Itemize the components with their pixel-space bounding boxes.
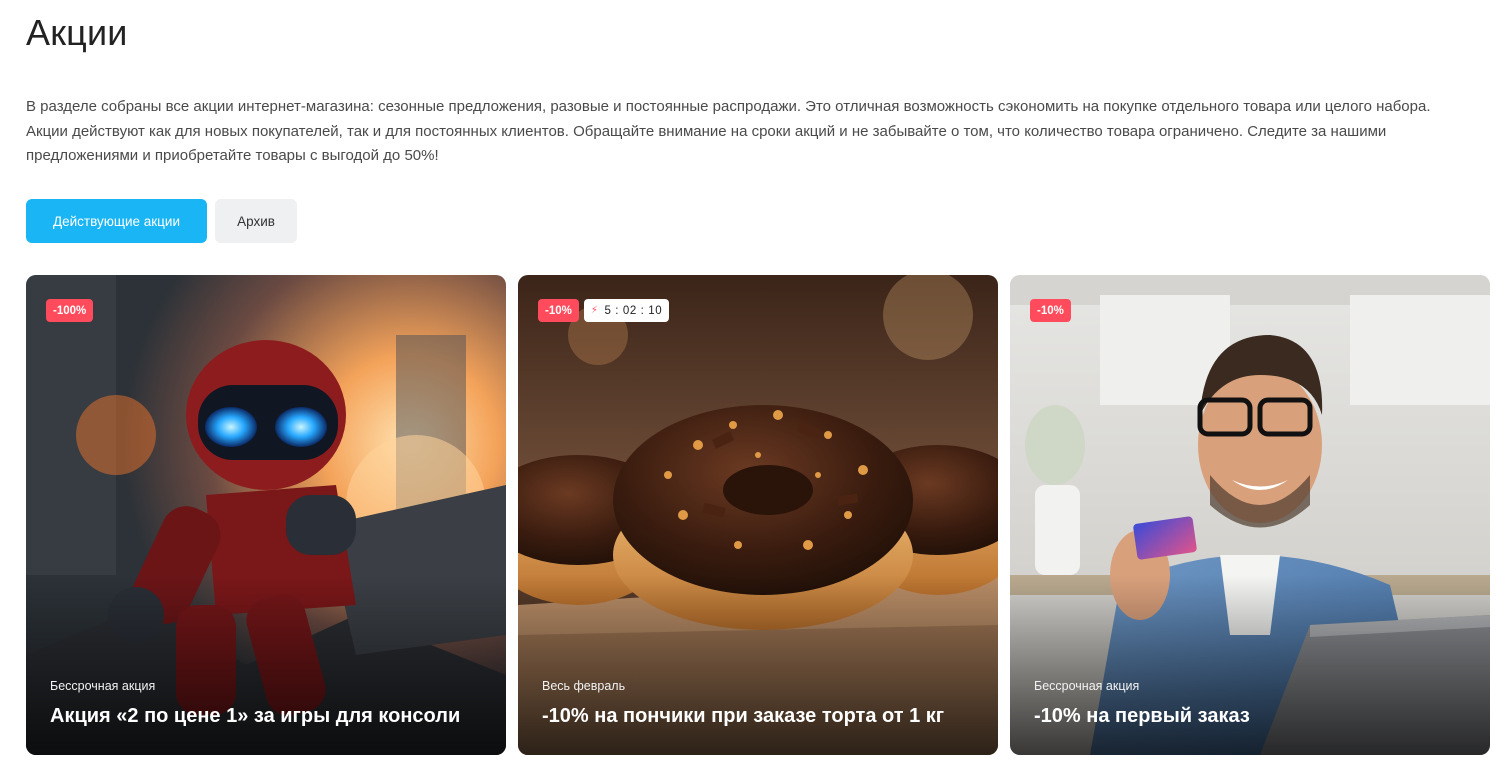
tab-active-promotions[interactable]: Действующие акции [26, 199, 207, 243]
card-period: Бессрочная акция [50, 679, 156, 693]
page-description: В разделе собраны все акции интернет-маг… [26, 98, 1431, 164]
card-overlay [1010, 575, 1490, 755]
promotion-card-donuts[interactable]: -10% ⚡ 5 : 02 : 10 Весь февраль -10% на … [518, 275, 998, 755]
promotions-page: Акции В разделе собраны все акции интерн… [0, 0, 1506, 761]
discount-badge: -100% [46, 299, 94, 322]
discount-badge: -10% [1030, 299, 1071, 322]
card-title: -10% на пончики при заказе торта от 1 кг [542, 705, 945, 727]
promotion-card-console-games[interactable]: -100% Бессрочная акция Акция «2 по цене … [26, 275, 506, 755]
countdown-timer: ⚡ 5 : 02 : 10 [583, 299, 670, 322]
discount-badge: -10% [538, 299, 579, 322]
tab-archive[interactable]: Архив [215, 199, 297, 243]
card-title: -10% на первый заказ [1034, 705, 1250, 727]
card-overlay [26, 575, 506, 755]
card-period: Весь февраль [542, 679, 626, 693]
page-title: Акции [26, 12, 128, 53]
promotion-tabs: Действующие акции Архив [26, 199, 297, 243]
card-overlay [518, 575, 998, 755]
lightning-icon: ⚡ [590, 305, 599, 316]
card-title: Акция «2 по цене 1» за игры для консоли [50, 705, 461, 727]
card-badges: -100% [46, 299, 94, 322]
card-period: Бессрочная акция [1034, 679, 1140, 693]
promotion-card-first-order[interactable]: -10% Бессрочная акция -10% на первый зак… [1010, 275, 1490, 755]
card-badges: -10% [1030, 299, 1071, 322]
promotion-cards: -100% Бессрочная акция Акция «2 по цене … [26, 275, 1490, 755]
timer-value: 5 : 02 : 10 [604, 304, 663, 317]
card-badges: -10% ⚡ 5 : 02 : 10 [538, 299, 670, 322]
